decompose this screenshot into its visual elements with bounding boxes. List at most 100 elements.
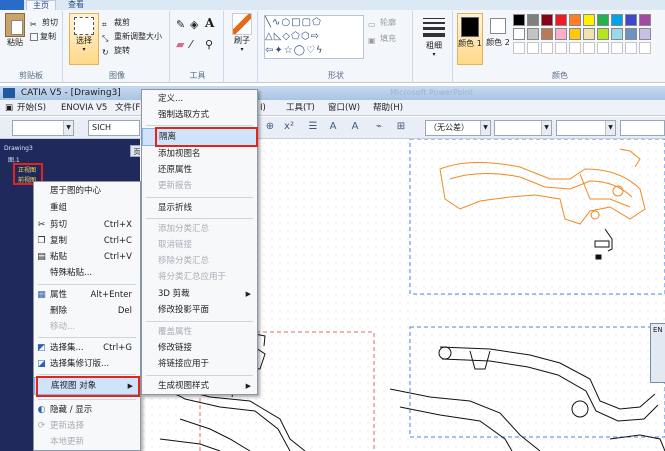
menu-help[interactable]: 帮助(H) xyxy=(370,100,406,116)
menu-enovia[interactable]: ENOVIA V5 xyxy=(58,100,110,116)
palette-swatch[interactable] xyxy=(527,28,539,40)
menu-item-copy[interactable]: ❐ 复制 Ctrl+C xyxy=(34,233,140,249)
font-combo[interactable]: SICH xyxy=(88,120,140,136)
oval-shape-icon[interactable]: ○ xyxy=(281,17,291,28)
tab-home[interactable]: 主页 xyxy=(26,0,56,10)
palette-custom-swatch[interactable] xyxy=(569,42,581,54)
snap-icon[interactable]: ⊕ xyxy=(263,121,277,135)
menu-tools[interactable]: 工具(T) xyxy=(283,100,318,116)
tab-view[interactable]: 查看 xyxy=(62,0,90,10)
menu-item-selection-set[interactable]: ◩ 选择集... Ctrl+G xyxy=(34,340,140,356)
pentagon-shape-icon[interactable]: ⬠ xyxy=(291,31,301,42)
tree-root-drawing[interactable]: Drawing3 xyxy=(4,145,33,152)
arrow-right-shape-icon[interactable]: ⇨ xyxy=(311,31,320,42)
menu-item-center-graph[interactable]: 居于图的中心 xyxy=(34,183,140,199)
hexagon-shape-icon[interactable]: ⬡ xyxy=(301,31,311,42)
size-button[interactable]: 粗细 ▾ xyxy=(419,15,449,58)
menu-item-hide-show[interactable]: ◐ 隐藏 / 显示 xyxy=(34,402,140,418)
menu-item-delete[interactable]: 删除 Del xyxy=(34,303,140,319)
line-shape-icon[interactable]: ╲ xyxy=(265,17,272,28)
fill-bucket-icon[interactable]: ◈ xyxy=(190,18,198,31)
palette-swatch[interactable] xyxy=(597,14,609,26)
palette-swatch[interactable] xyxy=(625,14,637,26)
menu-item-reorganize[interactable]: 重组 xyxy=(34,200,140,216)
palette-custom-swatch[interactable] xyxy=(625,42,637,54)
palette-swatch[interactable] xyxy=(541,14,553,26)
superscript-icon[interactable]: x² xyxy=(282,121,296,135)
palette-custom-swatch[interactable] xyxy=(527,42,539,54)
palette-custom-swatch[interactable] xyxy=(583,42,595,54)
four-point-star-shape-icon[interactable]: ✦ xyxy=(274,45,283,56)
submenu-item-define[interactable]: 定义... xyxy=(142,91,257,107)
file-menu-tab[interactable] xyxy=(0,0,24,10)
menu-item-paste[interactable]: ▤ 粘贴 Ctrl+V xyxy=(34,249,140,265)
select-button[interactable]: 选择 ▾ xyxy=(69,13,99,65)
outline-button[interactable]: ▭ 轮廓 xyxy=(368,16,396,29)
palette-swatch[interactable] xyxy=(555,14,567,26)
text-frame-icon[interactable]: A xyxy=(326,121,340,135)
symbol-icon[interactable]: ⌁ xyxy=(372,121,386,135)
eraser-icon[interactable]: ▰ xyxy=(176,38,184,51)
palette-swatch[interactable] xyxy=(513,14,525,26)
side-dialog-partial[interactable]: EN xyxy=(650,323,665,383)
heart-shape-icon[interactable]: ♡ xyxy=(306,45,316,56)
palette-swatch[interactable] xyxy=(541,28,553,40)
submenu-item-modify-projection-plane[interactable]: 修改投影平面 xyxy=(142,302,257,318)
submenu-item-add-view-name[interactable]: 添加视图名 xyxy=(142,146,257,162)
menu-window[interactable]: 窗口(W) xyxy=(325,100,363,116)
rounded-rect-shape-icon[interactable]: ▢ xyxy=(302,17,312,28)
palette-custom-swatch[interactable] xyxy=(555,42,567,54)
palette-swatch[interactable] xyxy=(625,28,637,40)
submenu-item-restore-properties[interactable]: 还原属性 xyxy=(142,162,257,178)
menu-item-selection-set-edit[interactable]: ◪ 选择集修订版... xyxy=(34,356,140,372)
crop-button[interactable]: ⌗ 裁剪 xyxy=(102,16,130,29)
copy-button[interactable]: 复制 xyxy=(30,30,56,43)
callout-shape-icon[interactable]: ◯ xyxy=(294,45,306,56)
shapes-gallery[interactable]: ╲∿○□▢⬠ △◺◇⬠⬡⇨ ⇦✦☆◯♡ϟ xyxy=(264,15,364,59)
arrow-left-shape-icon[interactable]: ⇦ xyxy=(265,45,274,56)
datum-icon[interactable]: ⊞ xyxy=(394,121,408,135)
align-icon[interactable]: ☰ xyxy=(306,121,320,135)
submenu-item-generate-view-style[interactable]: 生成视图样式 ▶ xyxy=(142,378,257,394)
palette-custom-swatch[interactable] xyxy=(541,42,553,54)
fill-button[interactable]: ▣ 填充 xyxy=(368,32,396,45)
format-combo-3[interactable] xyxy=(620,120,665,136)
pencil-icon[interactable]: ✎ xyxy=(176,18,185,31)
palette-swatch[interactable] xyxy=(555,28,567,40)
cut-button[interactable]: ✂ 剪切 xyxy=(30,16,58,29)
menu-item-properties[interactable]: ▦ 属性 Alt+Enter xyxy=(34,287,140,303)
palette-custom-swatch[interactable] xyxy=(611,42,623,54)
paste-button[interactable]: 粘贴 xyxy=(2,13,28,48)
submenu-item-modify-link[interactable]: 修改链接 xyxy=(142,340,257,356)
palette-custom-swatch[interactable] xyxy=(597,42,609,54)
palette-swatch[interactable] xyxy=(639,14,651,26)
palette-swatch[interactable] xyxy=(527,14,539,26)
submenu-item-3d-clipping[interactable]: 3D 剪裁 ▶ xyxy=(142,286,257,302)
color2-button[interactable]: 颜色 2 xyxy=(486,13,510,65)
diamond-shape-icon[interactable]: ◇ xyxy=(282,31,291,42)
brushes-button[interactable]: 刷子 ▾ xyxy=(228,13,256,53)
palette-swatch[interactable] xyxy=(611,14,623,26)
palette-custom-swatch[interactable] xyxy=(513,42,525,54)
palette-swatch[interactable] xyxy=(513,28,525,40)
color1-button[interactable]: 颜色 1 xyxy=(457,13,483,65)
format-combo-1[interactable]: ▼ xyxy=(494,120,552,136)
menu-start[interactable]: 开始(S) xyxy=(14,100,49,116)
submenu-item-force-select[interactable]: 强制选取方式 xyxy=(142,107,257,123)
triangle-shape-icon[interactable]: △ xyxy=(265,31,274,42)
menu-item-paste-special[interactable]: 特殊粘贴... xyxy=(34,265,140,281)
lightning-shape-icon[interactable]: ϟ xyxy=(316,45,324,56)
palette-swatch[interactable] xyxy=(583,28,595,40)
color-picker-icon[interactable]: ⁄ xyxy=(190,38,192,51)
tolerance-combo[interactable]: （无公差） ▼ xyxy=(425,120,491,136)
polygon-shape-icon[interactable]: ⬠ xyxy=(312,17,322,28)
palette-custom-swatch[interactable] xyxy=(639,42,651,54)
submenu-item-show-polyline[interactable]: 显示折线 xyxy=(142,200,257,216)
style-combo[interactable]: ▼ xyxy=(12,120,74,136)
palette-swatch[interactable] xyxy=(569,14,581,26)
resize-button[interactable]: ⤡ 重新调整大小 xyxy=(102,30,162,43)
text-tool-icon[interactable]: A xyxy=(205,17,214,30)
menu-file[interactable]: 文件(F xyxy=(112,100,143,116)
submenu-item-apply-link[interactable]: 将链接应用于 xyxy=(142,356,257,372)
magnifier-icon[interactable]: ⚲ xyxy=(205,38,213,51)
